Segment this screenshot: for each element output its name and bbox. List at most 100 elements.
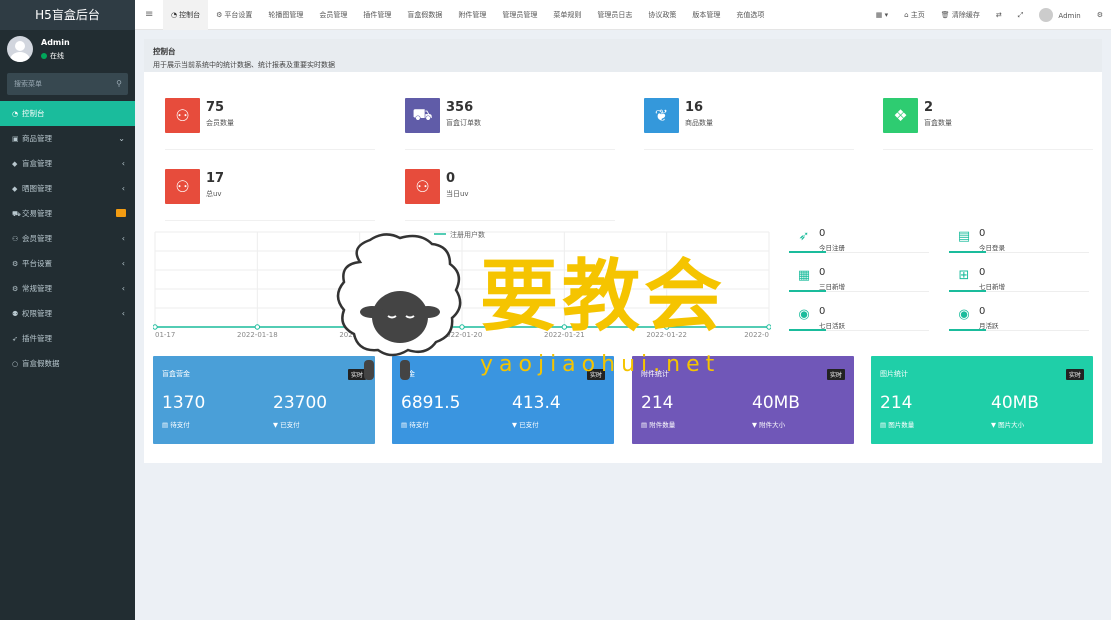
settings-gear-icon[interactable]: ⚙	[1089, 11, 1111, 19]
activity-stat: ➶ 0 今日注册	[789, 227, 929, 253]
card-label-2-text: 图片大小	[998, 421, 1025, 429]
x-tick-label: 2022-01-22	[646, 331, 687, 339]
new-badge	[116, 209, 126, 217]
trash-icon: 🗑	[940, 11, 950, 19]
tab-label: 管理员日志	[597, 11, 633, 19]
hamburger-icon[interactable]: ≡	[145, 0, 153, 30]
tab-12[interactable]: 充值选项	[728, 0, 772, 30]
rocket-icon: ➶	[12, 335, 18, 343]
tab-label: 菜单规则	[553, 11, 582, 19]
tab-1[interactable]: ⚙ 平台设置	[208, 0, 260, 30]
sidebar-item-1[interactable]: ▣ 商品管理 ⌄	[0, 126, 135, 151]
card-value-1: 1370	[162, 393, 206, 413]
accent-bar	[789, 290, 826, 292]
clear-cache-button[interactable]: 🗑 清除缓存	[933, 10, 988, 20]
sidebar-item-0[interactable]: ◔ 控制台	[0, 101, 135, 126]
tab-label: 管理员管理	[502, 11, 538, 19]
app-title[interactable]: H5盲盒后台	[0, 0, 135, 30]
tab-9[interactable]: 管理员日志	[589, 0, 640, 30]
card-label-2-text: 已支付	[519, 421, 539, 429]
data-point	[356, 324, 363, 330]
realtime-badge: 实时	[826, 369, 845, 380]
activity-stat: ◉ 0 七日活跃	[789, 305, 929, 331]
chevron-left-icon: ‹	[121, 234, 125, 243]
user-circle-icon: ◉	[798, 307, 810, 322]
home-link[interactable]: ⌂ 主页	[896, 10, 933, 20]
cogs-icon: ⚙	[12, 285, 19, 293]
sidebar-item-label: 插件管理	[22, 334, 52, 343]
tab-5[interactable]: 盲盒假数据	[399, 0, 450, 30]
sidebar-item-7[interactable]: ⚙ 常规管理 ‹	[0, 276, 135, 301]
stat-card: ⛟ 356 盲盒订单数	[405, 98, 615, 150]
nav-tabs: ◔ 控制台 ⚙ 平台设置 轮播图管理 会员管理 插件管理 盲盒假数据 附件管理 管理员管理 菜单规则…	[163, 0, 772, 30]
panel-header: 控制台 用于展示当前系统中的统计数据、统计报表及重要实时数据	[144, 39, 1102, 72]
activity-value: 0	[819, 306, 826, 317]
menu-search-input[interactable]: 搜索菜单 ⚲	[7, 73, 128, 95]
chevron-down-icon: ⌄	[118, 134, 125, 143]
sidebar-item-5[interactable]: ⚇ 会员管理 ‹	[0, 226, 135, 251]
grid-menu-icon[interactable]: ▦ ▾	[868, 11, 896, 19]
admin-menu[interactable]: Admin	[1031, 8, 1088, 22]
tab-label: 附件管理	[458, 11, 487, 19]
stat-card: ⚇ 75 会员数量	[165, 98, 375, 150]
stat-value: 17	[206, 171, 225, 186]
sidebar-item-6[interactable]: ⚙ 平台设置 ‹	[0, 251, 135, 276]
search-icon[interactable]: ⚲	[116, 73, 122, 95]
cart-icon: ⛟	[12, 210, 21, 218]
sidebar-item-8[interactable]: ⚉ 权限管理 ‹	[0, 301, 135, 326]
activity-value: 0	[819, 228, 826, 239]
accent-bar	[949, 290, 986, 292]
chevron-left-icon: ‹	[121, 159, 125, 168]
cart-icon: ⛟	[405, 98, 440, 133]
activity-value: 0	[979, 267, 986, 278]
stat-card: ⚇ 17 总uv	[165, 169, 375, 221]
data-point	[663, 324, 670, 330]
tab-2[interactable]: 轮播图管理	[260, 0, 311, 30]
stat-label: 盲盒订单数	[446, 119, 481, 127]
sidebar-item-label: 盲盒管理	[22, 159, 52, 168]
card-label-2-text: 附件大小	[759, 421, 786, 429]
sidebar-item-2[interactable]: ◆ 盲盒管理 ‹	[0, 151, 135, 176]
tab-8[interactable]: 菜单规则	[545, 0, 589, 30]
tab-label: 控制台	[179, 11, 201, 19]
stat-card: ❖ 2 盲盒数量	[883, 98, 1093, 150]
rocket-icon: ➶	[798, 229, 810, 244]
activity-stat: ▦ 0 三日新增	[789, 266, 929, 292]
translate-icon[interactable]: ⇄	[988, 11, 1010, 19]
calendar-plus-icon: ⊞	[958, 268, 970, 283]
card-label-1: ▤ 图片数量	[880, 421, 915, 429]
users-icon: ⚇	[12, 235, 19, 243]
card-label-2: ▼ 已支付	[273, 421, 300, 429]
tab-7[interactable]: 管理员管理	[494, 0, 545, 30]
sidebar-item-3[interactable]: ◆ 晒图管理 ‹	[0, 176, 135, 201]
tab-label: 协议政策	[648, 11, 677, 19]
sidebar-menu: ◔ 控制台 ▣ 商品管理 ⌄ ◆ 盲盒管理 ‹ ◆ 晒图管理 ‹ ⛟交易管理 ⚇ 会员管理 ‹ ⚙ 平台设置 ‹ ⚙…	[0, 101, 135, 376]
stat-value: 2	[924, 100, 934, 115]
tab-11[interactable]: 版本管理	[684, 0, 728, 30]
tab-6[interactable]: 附件管理	[450, 0, 494, 30]
sidebar-item-4[interactable]: ⛟交易管理	[0, 201, 135, 226]
data-point	[561, 324, 568, 330]
tab-0[interactable]: ◔ 控制台	[163, 0, 209, 30]
users-icon: ⚇	[165, 169, 200, 204]
summary-card: 资金 实时 6891.5 413.4 ▤ 待支付 ▼ 已支付	[392, 356, 614, 444]
card-label-1-text: 图片数量	[888, 421, 915, 429]
sidebar-item-9[interactable]: ➶ 插件管理	[0, 326, 135, 351]
dashboard-icon: ◔	[171, 11, 178, 19]
card-title: 盲盒营金	[162, 370, 190, 378]
line-chart-svg: 注册用户数 01-17 2022-01-18 2022-01-19 2022-01-20…	[152, 230, 772, 339]
tab-4[interactable]: 插件管理	[355, 0, 399, 30]
sidebar-item-label: 常规管理	[22, 284, 52, 293]
tab-10[interactable]: 协议政策	[640, 0, 684, 30]
page-subtitle: 用于展示当前系统中的统计数据、统计报表及重要实时数据	[153, 61, 335, 69]
summary-card: 图片统计 实时 214 40MB ▤ 图片数量 ▼ 图片大小	[871, 356, 1093, 444]
card-value-1: 214	[641, 393, 674, 413]
gift-icon: ◆	[12, 185, 18, 193]
fullscreen-icon[interactable]: ⤢	[1010, 11, 1032, 20]
accent-bar	[789, 329, 826, 331]
card-value-2: 40MB	[991, 393, 1039, 413]
card-title: 资金	[401, 370, 415, 378]
tab-3[interactable]: 会员管理	[311, 0, 355, 30]
leaf-icon: ❦	[644, 98, 679, 133]
sidebar-item-10[interactable]: ○ 盲盒假数据	[0, 351, 135, 376]
